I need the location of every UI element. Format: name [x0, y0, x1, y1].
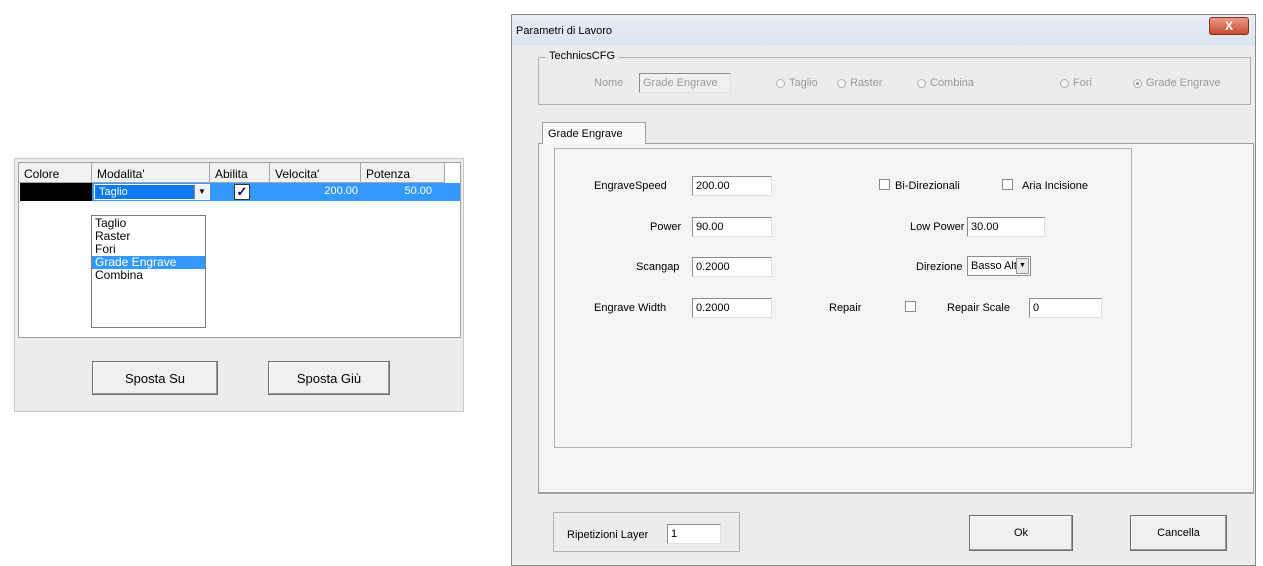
engrave-speed-input[interactable]: 200.00 [692, 176, 772, 196]
table-row[interactable]: Taglio ▼ ✓ 200.00 50.00 [20, 183, 460, 201]
radio-raster[interactable]: Raster [837, 77, 882, 89]
engrave-width-label: Engrave Width [594, 302, 667, 314]
radio-label: Grade Engrave [1146, 77, 1221, 89]
radio-label: Taglio [789, 77, 818, 89]
speed-cell[interactable]: 200.00 [278, 185, 358, 197]
mode-value: Taglio [99, 186, 128, 198]
ripetizioni-label: Ripetizioni Layer [567, 529, 649, 541]
engrave-width-input[interactable]: 0.2000 [692, 298, 772, 318]
bidirectional-checkbox[interactable] [879, 179, 890, 190]
column-header-potenza[interactable]: Potenza [361, 163, 445, 183]
power-cell[interactable]: 50.00 [360, 185, 432, 197]
ok-button[interactable]: Ok [969, 515, 1073, 551]
radio-icon [1060, 78, 1069, 88]
radio-icon [776, 78, 785, 88]
power-input[interactable]: 90.00 [692, 217, 772, 237]
radio-selected-icon [1133, 78, 1142, 88]
radio-label: Combina [930, 77, 975, 89]
name-label: Nome [594, 77, 624, 89]
parametri-dialog: Parametri di Lavoro X TechnicsCFG Nome G… [511, 14, 1256, 566]
tab-grade-engrave[interactable]: Grade Engrave [542, 122, 646, 144]
repair-label: Repair [829, 302, 862, 314]
technics-legend: TechnicsCFG [546, 50, 619, 62]
radio-icon [837, 78, 846, 88]
move-up-button[interactable]: Sposta Su [92, 361, 218, 395]
ripetizioni-input[interactable]: 1 [667, 524, 721, 544]
separator [538, 493, 1254, 494]
radio-grade-engrave[interactable]: Grade Engrave [1133, 77, 1221, 89]
scangap-input[interactable]: 0.2000 [692, 257, 772, 277]
cancel-button[interactable]: Cancella [1130, 515, 1227, 551]
radio-taglio[interactable]: Taglio [776, 77, 818, 89]
repair-scale-input[interactable]: 0 [1029, 298, 1102, 318]
mode-combobox[interactable]: Taglio ▼ [94, 184, 210, 200]
aria-incisione-label: Aria Incisione [1022, 180, 1089, 192]
check-icon: ✓ [236, 184, 248, 199]
radio-combina[interactable]: Combina [917, 77, 974, 89]
bidirectional-label: Bi-Direzionali [895, 180, 960, 192]
chevron-down-icon[interactable]: ▼ [1016, 258, 1029, 274]
color-swatch[interactable] [20, 183, 92, 201]
power-label: Power [650, 221, 682, 233]
direzione-label: Direzione [916, 261, 963, 273]
chevron-down-icon[interactable]: ▼ [194, 185, 209, 199]
scangap-label: Scangap [636, 261, 680, 273]
radio-fori[interactable]: Fori [1060, 77, 1092, 89]
column-header-abilita[interactable]: Abilita [210, 163, 270, 183]
dialog-title: Parametri di Lavoro [516, 25, 612, 37]
direzione-select[interactable]: Basso Alto ▼ [967, 256, 1031, 276]
title-bar[interactable]: Parametri di Lavoro X [512, 15, 1255, 45]
column-header-colore[interactable]: Colore [19, 163, 92, 183]
radio-label: Raster [850, 77, 883, 89]
move-down-button[interactable]: Sposta Giù [268, 361, 390, 395]
column-header-modalita[interactable]: Modalita' [92, 163, 210, 183]
name-field[interactable]: Grade Engrave [639, 73, 731, 93]
enabled-checkbox[interactable]: ✓ [234, 184, 250, 200]
aria-incisione-checkbox[interactable] [1002, 179, 1013, 190]
low-power-label: Low Power [910, 221, 965, 233]
engrave-speed-label: EngraveSpeed [594, 180, 667, 192]
repair-checkbox[interactable] [905, 301, 916, 312]
radio-icon [917, 78, 926, 88]
repair-scale-label: Repair Scale [947, 302, 1010, 314]
dropdown-option-combina[interactable]: Combina [92, 269, 205, 282]
close-icon[interactable]: X [1209, 17, 1249, 35]
column-header-velocita[interactable]: Velocita' [270, 163, 361, 183]
layer-grid: Colore Modalita' Abilita Velocita' Poten… [18, 162, 461, 338]
mode-dropdown-list: Taglio Raster Fori Grade Engrave Combina [91, 215, 206, 328]
low-power-input[interactable]: 30.00 [967, 217, 1045, 237]
radio-label: Fori [1073, 77, 1092, 89]
